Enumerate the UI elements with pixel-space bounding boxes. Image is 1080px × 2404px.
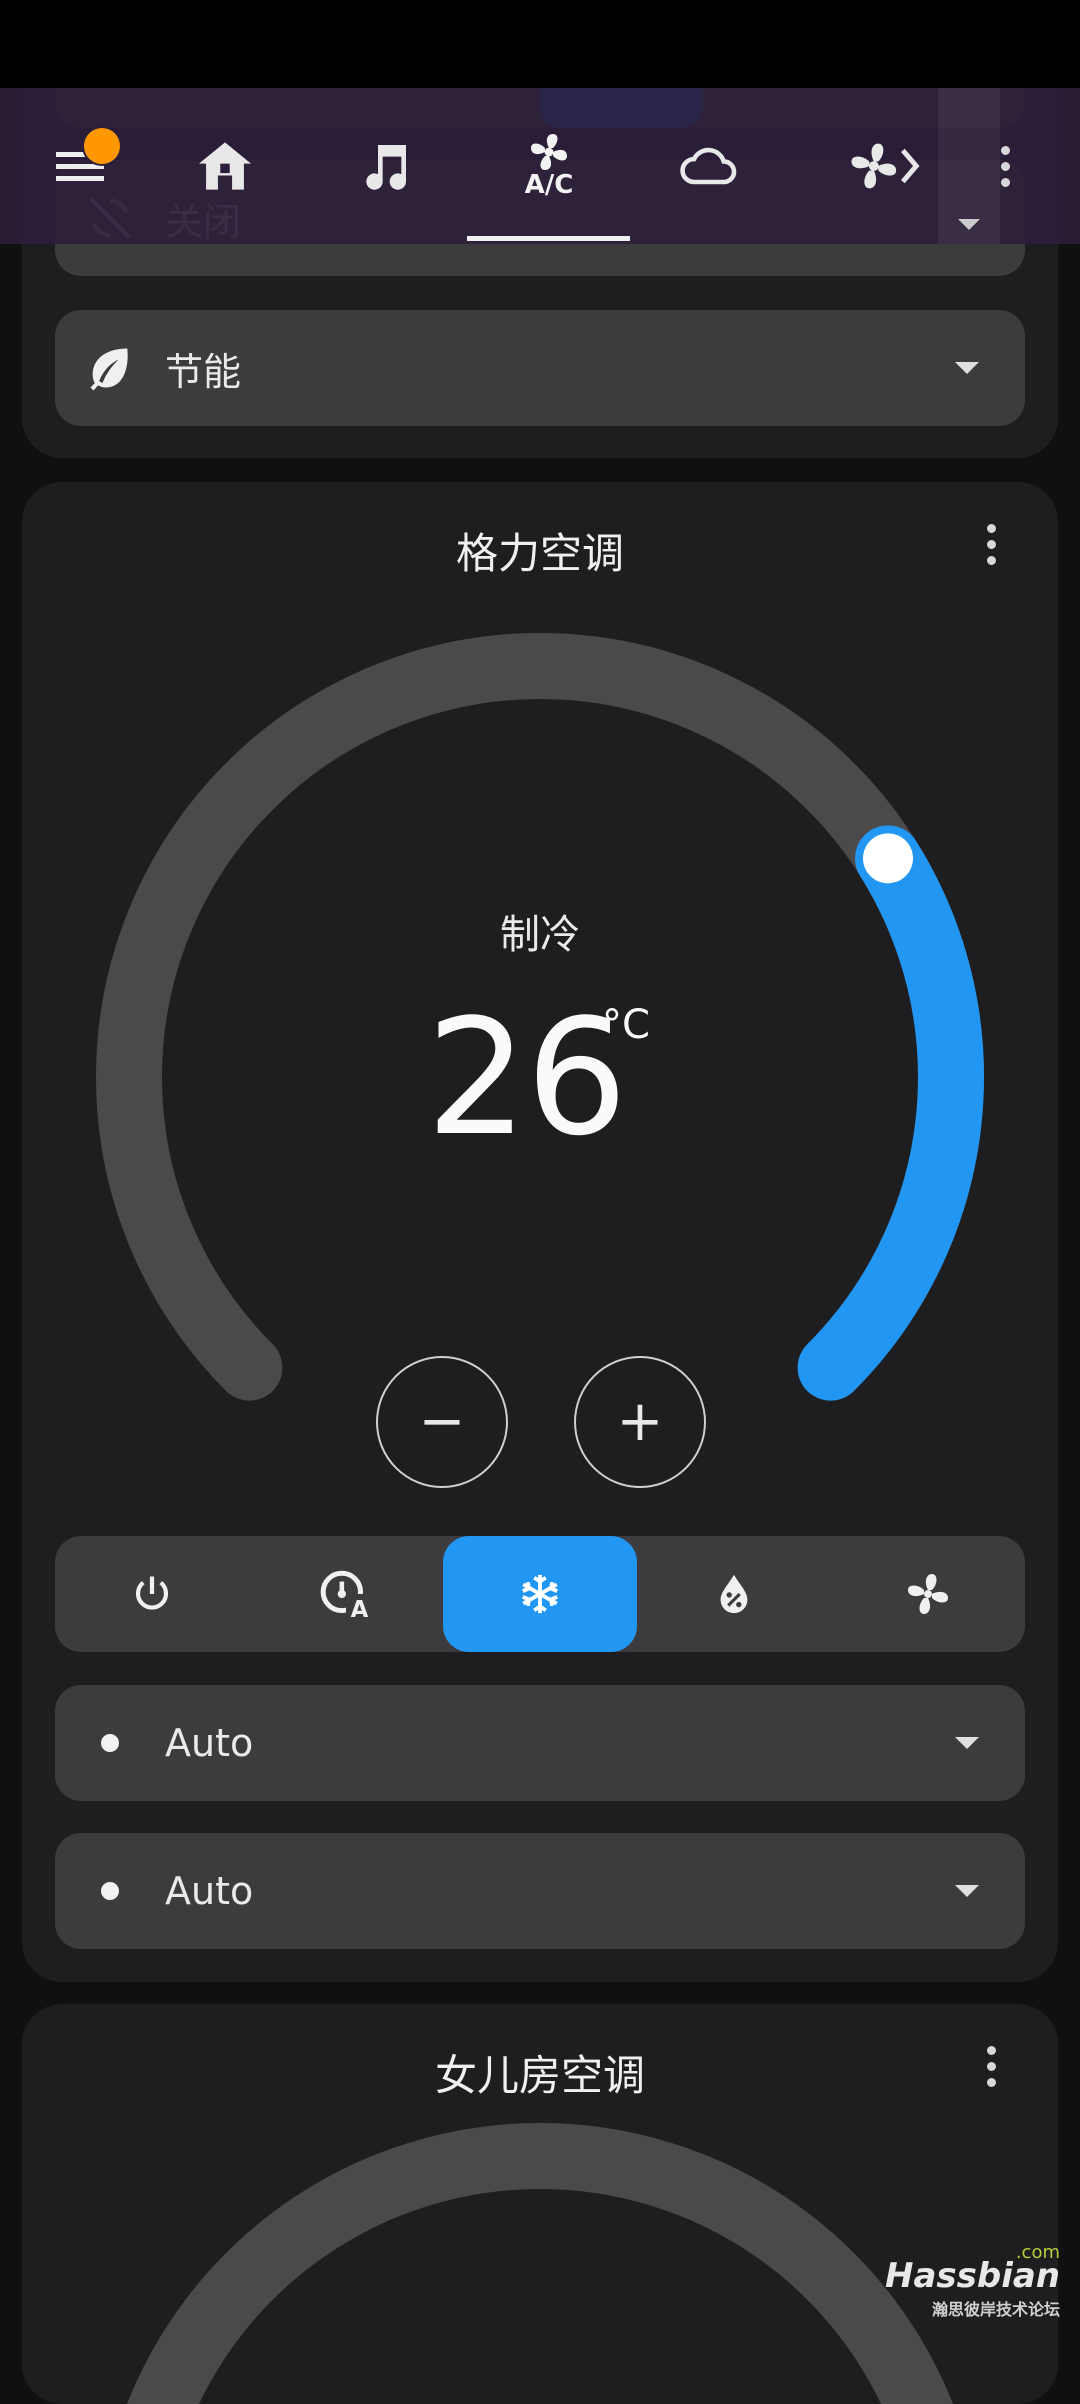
- fan-mode-dot-icon: [101, 1734, 119, 1752]
- swing-mode-select[interactable]: Auto: [55, 1833, 1025, 1949]
- fan-icon: [531, 134, 567, 170]
- notification-badge: [82, 126, 122, 166]
- leaf-icon: [55, 342, 165, 394]
- watermark-subtitle: 瀚思彼岸技术论坛: [931, 2300, 1060, 2319]
- thermostat-auto-icon: A: [320, 1570, 373, 1619]
- tab-fan[interactable]: [830, 88, 940, 244]
- fan-mode-select[interactable]: Auto: [55, 1685, 1025, 1801]
- increase-temperature-button[interactable]: +: [574, 1356, 706, 1488]
- tab-weather[interactable]: [655, 88, 765, 244]
- mode-dry-button[interactable]: [637, 1536, 831, 1652]
- power-icon: [135, 1576, 169, 1610]
- menu-button[interactable]: [40, 88, 122, 244]
- home-icon: [199, 142, 251, 190]
- chevron-down-icon: [955, 362, 979, 374]
- snowflake-icon: [522, 1574, 558, 1614]
- plus-icon: +: [616, 1389, 664, 1454]
- mode-fan-button[interactable]: [831, 1536, 1025, 1652]
- preset-select-value: 节能: [165, 349, 242, 394]
- water-percent-icon: [720, 1574, 748, 1614]
- status-bar: [0, 0, 1080, 88]
- more-vertical-icon: [1000, 145, 1010, 187]
- mode-cool-button[interactable]: [443, 1536, 637, 1652]
- dropdown-handle[interactable]: [938, 88, 1000, 244]
- swing-mode-dot-icon: [101, 1882, 119, 1900]
- dial-handle[interactable]: [863, 833, 914, 884]
- svg-text:A: A: [351, 1597, 369, 1619]
- temperature-dial[interactable]: [22, 482, 1058, 1482]
- preset-select[interactable]: 节能: [55, 310, 1025, 426]
- active-tab-indicator: [467, 236, 630, 241]
- forum-watermark: .com Hassbian 瀚思彼岸技术论坛: [885, 2242, 1060, 2320]
- tab-ac[interactable]: A/C: [490, 88, 608, 244]
- hvac-mode-selector: A: [55, 1536, 1025, 1652]
- swing-mode-value: Auto: [165, 1869, 254, 1913]
- top-navigation-bar: A/C: [0, 88, 1080, 244]
- mode-off-button[interactable]: [55, 1536, 249, 1652]
- chevron-down-icon: [955, 1885, 979, 1897]
- fan-icon: [908, 1574, 948, 1614]
- tab-ac-label: A/C: [524, 170, 574, 200]
- minus-icon: −: [418, 1389, 466, 1454]
- tab-music[interactable]: [330, 88, 440, 244]
- second-thermostat-card: 女儿房空调: [22, 2004, 1058, 2404]
- chevron-down-icon: [955, 1737, 979, 1749]
- hvac-mode-label: 制冷: [500, 912, 580, 958]
- cloud-icon: [680, 147, 737, 185]
- thermostat-card: 格力空调 制冷 26 °C − + A Auto Auto: [22, 482, 1058, 1982]
- dial-track: [127, 2123, 953, 2404]
- music-icon: [366, 145, 406, 190]
- temperature-dial[interactable]: [22, 2004, 1058, 2404]
- tab-home[interactable]: [170, 88, 280, 244]
- temperature-unit: °C: [602, 1002, 650, 1048]
- watermark-com: .com: [1015, 2242, 1060, 2263]
- fan-mode-value: Auto: [165, 1721, 254, 1765]
- mode-auto-button[interactable]: A: [249, 1536, 443, 1652]
- target-temperature: 26: [426, 984, 628, 1171]
- decrease-temperature-button[interactable]: −: [376, 1356, 508, 1488]
- fan-chevron-icon: [851, 143, 920, 189]
